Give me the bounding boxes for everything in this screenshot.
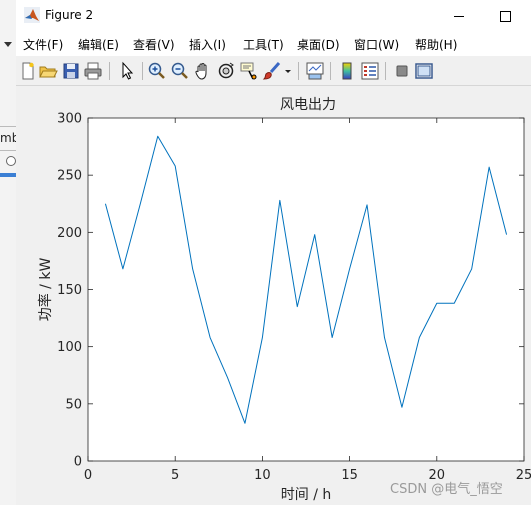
plot-area [87,117,525,462]
insert-legend-icon[interactable] [360,61,380,81]
y-tick-label: 50 [65,397,82,412]
toolbar-separator [385,62,386,80]
line-chart: 0501001502002503000 5 10 15 20 25风电出力时间 / h功率… [37,97,531,503]
menu-bar: 文件(F) 编辑(E) 查看(V) 插入(I) 工具(T) 桌面(D) 窗口(W… [16,32,531,56]
maximize-icon [499,10,511,22]
x-tick-label: 15 [341,468,358,483]
insert-colorbar-icon[interactable] [337,61,357,81]
brush-dropdown-icon[interactable] [283,61,293,81]
background-app-strip: mb [0,0,19,505]
link-plot-icon[interactable] [305,61,325,81]
chart-title: 风电出力 [280,97,336,113]
matlab-logo-icon [24,7,40,23]
print-icon[interactable] [83,61,103,81]
title-bar[interactable]: Figure 2 [16,0,531,32]
figure-toolbar [16,57,531,86]
figure-window: Figure 2 文件(F) 编辑(E) 查看(V) 插入(I) 工具(T) 桌… [16,0,531,505]
minimize-icon [454,15,464,17]
toolbar-separator [109,62,110,80]
x-tick-label: 5 [171,468,179,483]
y-tick-label: 250 [57,169,82,184]
toolbar-separator [142,62,143,80]
zoom-in-icon[interactable] [147,61,167,81]
y-tick-label: 0 [74,455,82,470]
menu-file[interactable]: 文件(F) [23,36,63,53]
new-figure-icon[interactable] [18,61,38,81]
minimize-button[interactable] [436,0,482,32]
show-plot-tools-icon[interactable] [414,61,434,81]
pan-hand-icon[interactable] [193,61,213,81]
brush-icon[interactable] [262,61,282,81]
x-tick-label: 25 [516,468,531,483]
x-tick-label: 0 [84,468,92,483]
window-title: Figure 2 [45,8,94,22]
dropdown-arrow-icon[interactable] [4,42,12,47]
y-tick-label: 150 [57,283,82,298]
y-tick-label: 100 [57,340,82,355]
y-tick-label: 200 [57,226,82,241]
x-axis-label: 时间 / h [281,487,332,503]
menu-view[interactable]: 查看(V) [133,36,175,53]
menu-help[interactable]: 帮助(H) [415,36,457,53]
open-file-icon[interactable] [38,61,58,81]
divider [0,150,16,151]
x-tick-label: 10 [254,468,271,483]
figure-canvas: 0 50 100 150 200 250 300 0 5 10 15 20 25 风电出力 时间 / h 功率… [16,86,531,505]
menu-edit[interactable]: 编辑(E) [78,36,119,53]
radio-icon[interactable] [6,156,16,166]
watermark: CSDN @电气_悟空 [390,482,503,497]
menu-window[interactable]: 窗口(W) [354,36,399,53]
save-icon[interactable] [61,61,81,81]
rotate-3d-icon[interactable] [216,61,236,81]
toolbar-separator [298,62,299,80]
y-axis-label: 功率 / kW [37,258,54,322]
divider [0,126,16,127]
hide-plot-tools-icon[interactable] [392,61,412,81]
zoom-out-icon[interactable] [170,61,190,81]
selection-bar [0,173,16,177]
menu-desktop[interactable]: 桌面(D) [297,36,340,53]
edit-plot-arrow-icon[interactable] [117,61,137,81]
toolbar-separator [330,62,331,80]
y-tick-label: 300 [57,112,82,127]
menu-insert[interactable]: 插入(I) [189,36,226,53]
menu-tools[interactable]: 工具(T) [243,36,284,53]
maximize-button[interactable] [482,0,528,32]
data-cursor-icon[interactable] [239,61,259,81]
